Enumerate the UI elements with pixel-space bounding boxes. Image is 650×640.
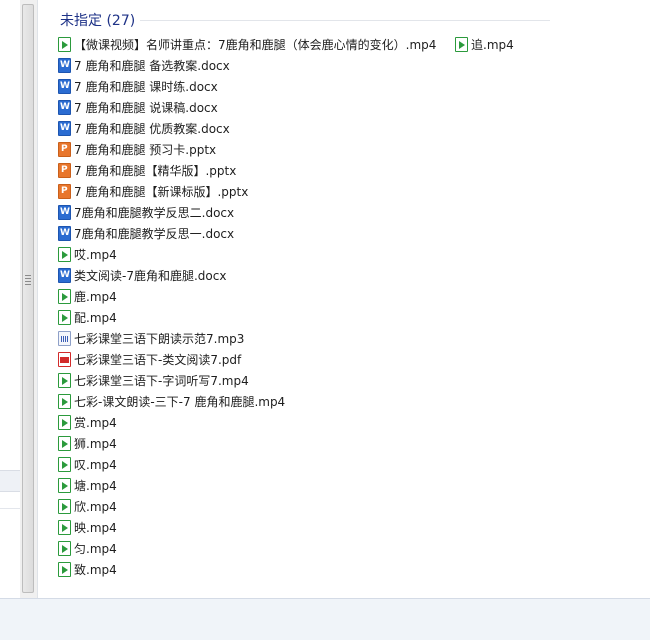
- file-item[interactable]: 赏.mp4: [58, 412, 538, 433]
- file-name: 7 鹿角和鹿腿 说课稿.docx: [74, 101, 218, 115]
- word-document-icon: [58, 79, 71, 94]
- video-file-icon: [58, 436, 71, 451]
- video-file-icon: [58, 541, 71, 556]
- word-document-icon: [58, 121, 71, 136]
- navigation-pane: [0, 0, 21, 598]
- file-item[interactable]: 七彩课堂三语下朗读示范7.mp3: [58, 328, 538, 349]
- file-item[interactable]: 7 鹿角和鹿腿 课时练.docx: [58, 76, 538, 97]
- audio-file-icon: [58, 331, 71, 346]
- file-item[interactable]: 映.mp4: [58, 517, 538, 538]
- file-list-pane: 未指定 (27) 【微课视频】名师讲重点：7鹿角和鹿腿（体会鹿心情的变化）.mp…: [38, 0, 650, 598]
- file-name: 7 鹿角和鹿腿 优质教案.docx: [74, 122, 230, 136]
- video-file-icon: [58, 499, 71, 514]
- group-header[interactable]: 未指定 (27): [60, 8, 550, 30]
- video-file-icon: [58, 562, 71, 577]
- file-item[interactable]: 叹.mp4: [58, 454, 538, 475]
- pane-splitter-scrollbar[interactable]: [20, 0, 38, 598]
- file-item[interactable]: 匀.mp4: [58, 538, 538, 559]
- status-bar: [0, 598, 650, 640]
- file-name: 7 鹿角和鹿腿 预习卡.pptx: [74, 143, 217, 157]
- navigation-pane-item[interactable]: [0, 470, 20, 492]
- file-item[interactable]: 追.mp4: [455, 34, 514, 55]
- file-name: 7 鹿角和鹿腿【新课标版】.pptx: [74, 185, 249, 199]
- file-item[interactable]: 致.mp4: [58, 559, 538, 580]
- file-name: 七彩课堂三语下朗读示范7.mp3: [74, 332, 245, 346]
- video-file-icon: [58, 37, 71, 52]
- file-item[interactable]: 配.mp4: [58, 307, 538, 328]
- word-document-icon: [58, 100, 71, 115]
- file-name: 映.mp4: [74, 521, 117, 535]
- file-name: 哎.mp4: [74, 248, 117, 262]
- video-file-icon: [58, 457, 71, 472]
- scrollbar-thumb[interactable]: [22, 4, 34, 593]
- group-title[interactable]: 未指定 (27): [60, 10, 135, 30]
- word-document-icon: [58, 205, 71, 220]
- file-item[interactable]: 塘.mp4: [58, 475, 538, 496]
- file-item[interactable]: 鹿.mp4: [58, 286, 538, 307]
- file-name: 塘.mp4: [74, 479, 117, 493]
- file-name: 七彩课堂三语下-字词听写7.mp4: [74, 374, 249, 388]
- pdf-file-icon: [58, 352, 71, 367]
- grip-icon: [25, 275, 31, 286]
- file-item[interactable]: 7 鹿角和鹿腿 优质教案.docx: [58, 118, 538, 139]
- file-item[interactable]: 七彩-课文朗读-三下-7 鹿角和鹿腿.mp4: [58, 391, 538, 412]
- file-name: 7 鹿角和鹿腿 课时练.docx: [74, 80, 218, 94]
- video-file-icon: [58, 478, 71, 493]
- file-item[interactable]: 7 鹿角和鹿腿 预习卡.pptx: [58, 139, 538, 160]
- file-item[interactable]: 哎.mp4: [58, 244, 538, 265]
- file-name: 匀.mp4: [74, 542, 117, 556]
- file-name: 类文阅读-7鹿角和鹿腿.docx: [74, 269, 227, 283]
- navigation-separator: [0, 508, 20, 509]
- file-name: 七彩课堂三语下-类文阅读7.pdf: [74, 353, 242, 367]
- file-name: 赏.mp4: [74, 416, 117, 430]
- word-document-icon: [58, 58, 71, 73]
- video-file-icon: [58, 415, 71, 430]
- file-name: 配.mp4: [74, 311, 117, 325]
- file-list: 【微课视频】名师讲重点：7鹿角和鹿腿（体会鹿心情的变化）.mp4 7 鹿角和鹿腿 …: [58, 34, 538, 580]
- file-name: 叹.mp4: [74, 458, 117, 472]
- file-item[interactable]: 7鹿角和鹿腿教学反思二.docx: [58, 202, 538, 223]
- powerpoint-file-icon: [58, 163, 71, 178]
- file-name: 七彩-课文朗读-三下-7 鹿角和鹿腿.mp4: [74, 395, 286, 409]
- file-name: 7鹿角和鹿腿教学反思二.docx: [74, 206, 235, 220]
- file-name: 欣.mp4: [74, 500, 117, 514]
- group-divider: [140, 20, 550, 21]
- file-item[interactable]: 七彩课堂三语下-类文阅读7.pdf: [58, 349, 538, 370]
- file-name: 鹿.mp4: [74, 290, 117, 304]
- file-name: 狮.mp4: [74, 437, 117, 451]
- file-name: 7 鹿角和鹿腿 备选教案.docx: [74, 59, 230, 73]
- file-name: 致.mp4: [74, 563, 117, 577]
- word-document-icon: [58, 268, 71, 283]
- file-item[interactable]: 7 鹿角和鹿腿 说课稿.docx: [58, 97, 538, 118]
- file-item[interactable]: 类文阅读-7鹿角和鹿腿.docx: [58, 265, 538, 286]
- file-name: 追.mp4: [471, 38, 514, 52]
- powerpoint-file-icon: [58, 184, 71, 199]
- video-file-icon: [58, 394, 71, 409]
- video-file-icon: [58, 247, 71, 262]
- file-name: 【微课视频】名师讲重点：7鹿角和鹿腿（体会鹿心情的变化）.mp4: [74, 38, 437, 52]
- video-file-icon: [58, 373, 71, 388]
- video-file-icon: [58, 289, 71, 304]
- video-file-icon: [58, 310, 71, 325]
- file-item[interactable]: 七彩课堂三语下-字词听写7.mp4: [58, 370, 538, 391]
- powerpoint-file-icon: [58, 142, 71, 157]
- file-name: 7鹿角和鹿腿教学反思一.docx: [74, 227, 235, 241]
- video-file-icon: [58, 520, 71, 535]
- file-item[interactable]: 狮.mp4: [58, 433, 538, 454]
- file-item[interactable]: 7 鹿角和鹿腿 备选教案.docx: [58, 55, 538, 76]
- file-item[interactable]: 7 鹿角和鹿腿【精华版】.pptx: [58, 160, 538, 181]
- file-item[interactable]: 7 鹿角和鹿腿【新课标版】.pptx: [58, 181, 538, 202]
- file-name: 7 鹿角和鹿腿【精华版】.pptx: [74, 164, 237, 178]
- file-item[interactable]: 7鹿角和鹿腿教学反思一.docx: [58, 223, 538, 244]
- word-document-icon: [58, 226, 71, 241]
- file-item[interactable]: 欣.mp4: [58, 496, 538, 517]
- video-file-icon: [455, 37, 468, 52]
